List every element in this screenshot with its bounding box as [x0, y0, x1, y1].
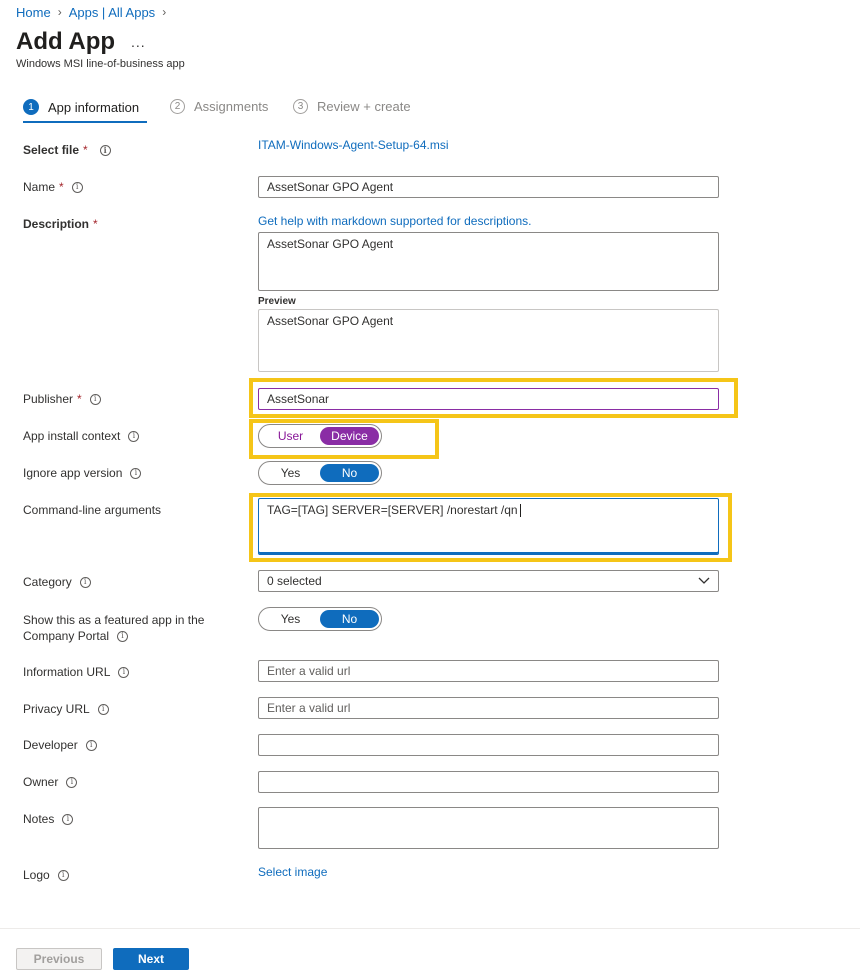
info-icon[interactable]: i — [79, 576, 91, 588]
info-icon[interactable]: i — [85, 739, 97, 751]
owner-label: Owner i — [23, 775, 78, 789]
info-icon[interactable]: i — [99, 144, 111, 156]
text-caret — [519, 504, 521, 518]
name-input[interactable]: AssetSonar GPO Agent — [258, 176, 719, 198]
developer-label: Developer i — [23, 738, 97, 752]
info-icon[interactable]: i — [128, 430, 140, 442]
category-label: Category i — [23, 575, 91, 589]
publisher-input[interactable]: AssetSonar — [258, 388, 719, 410]
info-icon[interactable]: i — [130, 467, 142, 479]
description-textarea[interactable]: AssetSonar GPO Agent — [258, 232, 719, 291]
tab-app-information[interactable]: 1 App information — [23, 99, 139, 115]
selected-file-link[interactable]: ITAM-Windows-Agent-Setup-64.msi — [258, 138, 449, 152]
cmd-args-value: TAG=[TAG] SERVER=[SERVER] /norestart /qn — [267, 503, 518, 517]
cmd-args-textarea[interactable]: TAG=[TAG] SERVER=[SERVER] /norestart /qn — [258, 498, 719, 555]
more-options-icon[interactable]: ... — [131, 34, 146, 50]
info-icon[interactable]: i — [57, 869, 69, 881]
select-file-label: Select file * i — [23, 143, 111, 157]
preview-label: Preview — [258, 296, 296, 307]
info-icon[interactable]: i — [62, 813, 74, 825]
cmd-args-label: Command-line arguments — [23, 503, 162, 517]
tab-assignments[interactable]: 2 Assignments — [170, 99, 268, 114]
owner-input[interactable] — [258, 771, 719, 793]
info-url-input[interactable]: Enter a valid url — [258, 660, 719, 682]
notes-label: Notes i — [23, 812, 74, 826]
chevron-right-icon: › — [162, 5, 167, 19]
active-tab-underline — [23, 121, 147, 123]
developer-input[interactable] — [258, 734, 719, 756]
chevron-down-icon — [698, 577, 710, 584]
toggle-option-no[interactable]: No — [320, 610, 379, 628]
step-number: 1 — [23, 99, 39, 115]
page-subtitle: Windows MSI line-of-business app — [16, 58, 185, 70]
ignore-version-toggle[interactable]: Yes No — [258, 461, 382, 485]
toggle-option-device[interactable]: Device — [320, 427, 379, 445]
breadcrumb-home[interactable]: Home — [16, 5, 51, 20]
breadcrumb-apps[interactable]: Apps | All Apps — [69, 5, 156, 20]
description-preview: AssetSonar GPO Agent — [258, 309, 719, 372]
publisher-label: Publisher * i — [23, 392, 101, 406]
markdown-help-link[interactable]: Get help with markdown supported for des… — [258, 214, 531, 228]
install-context-toggle[interactable]: User Device — [258, 424, 382, 448]
privacy-url-input[interactable]: Enter a valid url — [258, 697, 719, 719]
category-value: 0 selected — [267, 574, 322, 588]
notes-textarea[interactable] — [258, 807, 719, 849]
description-label: Description * — [23, 217, 98, 231]
info-icon[interactable]: i — [66, 776, 78, 788]
info-icon[interactable]: i — [97, 703, 109, 715]
toggle-option-user[interactable]: User — [261, 427, 320, 445]
step-label: App information — [48, 99, 140, 115]
privacy-url-label: Privacy URL i — [23, 702, 109, 716]
featured-label: Show this as a featured app in the Compa… — [23, 613, 205, 643]
step-label: Assignments — [194, 99, 269, 114]
logo-label: Logo i — [23, 868, 69, 882]
toggle-option-yes[interactable]: Yes — [261, 610, 320, 628]
chevron-right-icon: › — [57, 5, 62, 19]
breadcrumb: Home › Apps | All Apps › — [16, 4, 173, 20]
step-label: Review + create — [317, 99, 411, 114]
name-label: Name * i — [23, 180, 83, 194]
previous-button[interactable]: Previous — [16, 948, 102, 970]
ignore-version-label: Ignore app version i — [23, 466, 142, 480]
info-icon[interactable]: i — [71, 181, 83, 193]
info-url-label: Information URL i — [23, 665, 130, 679]
info-icon[interactable]: i — [89, 393, 101, 405]
select-image-link[interactable]: Select image — [258, 865, 327, 879]
info-icon[interactable]: i — [117, 630, 129, 642]
info-icon[interactable]: i — [118, 666, 130, 678]
toggle-option-no[interactable]: No — [320, 464, 379, 482]
install-context-label: App install context i — [23, 429, 140, 443]
tab-review-create[interactable]: 3 Review + create — [293, 99, 411, 114]
next-button[interactable]: Next — [113, 948, 189, 970]
category-dropdown[interactable]: 0 selected — [258, 570, 719, 592]
step-number: 2 — [170, 99, 185, 114]
toggle-option-yes[interactable]: Yes — [261, 464, 320, 482]
page-title: Add App — [16, 28, 116, 55]
featured-toggle[interactable]: Yes No — [258, 607, 382, 631]
step-number: 3 — [293, 99, 308, 114]
footer-divider — [0, 928, 860, 929]
